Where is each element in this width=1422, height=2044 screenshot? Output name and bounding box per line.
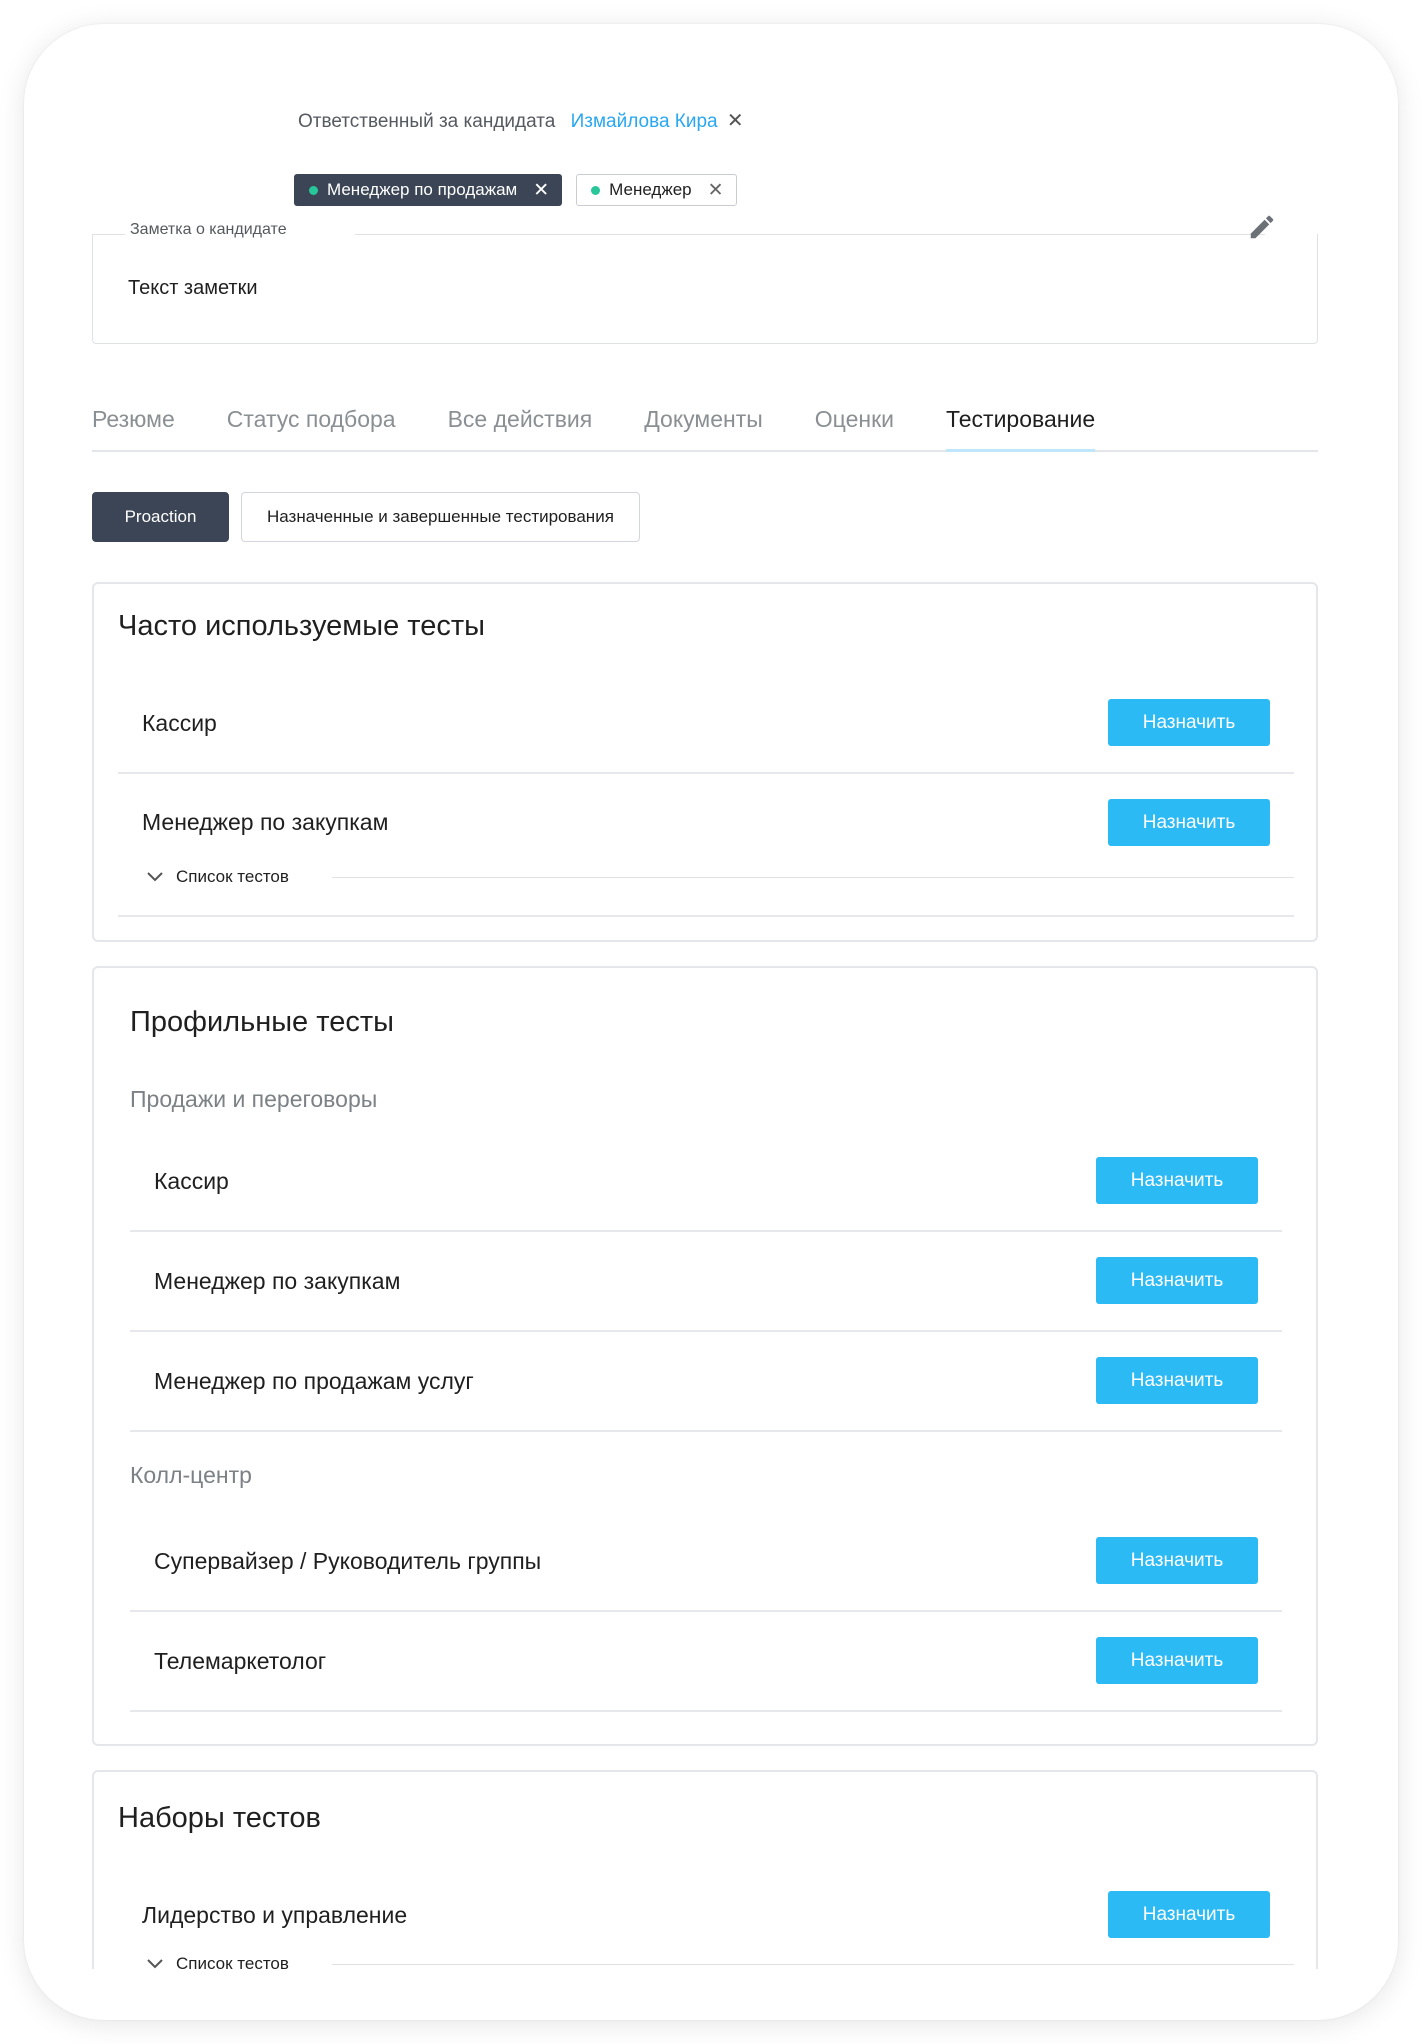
test-name: Менеджер по продажам услуг — [154, 1368, 474, 1394]
responsible-name-link[interactable]: Измайлова Кира — [571, 111, 718, 132]
card-title: Профильные тесты — [130, 1006, 394, 1038]
subtab-bar: Proaction Назначенные и завершенные тест… — [92, 492, 640, 542]
list-item: Лидерство и управление Назначить Список … — [118, 1866, 1294, 1969]
expander-label: Список тестов — [176, 867, 289, 886]
test-sets-card: Наборы тестов Лидерство и управление Наз… — [92, 1770, 1318, 1969]
test-name: Телемаркетолог — [154, 1648, 327, 1674]
cropped-header-fragment — [299, 60, 549, 68]
list-item: Менеджер по закупкам Назначить Список те… — [118, 774, 1294, 917]
tab-bar: Резюме Статус подбора Все действия Докум… — [92, 396, 1318, 452]
assign-button[interactable]: Назначить — [1108, 1891, 1270, 1938]
test-list-expander[interactable]: Список тестов — [146, 1954, 289, 1969]
card-title: Часто используемые тесты — [118, 610, 485, 642]
tag-manager[interactable]: Менеджер ✕ — [576, 174, 737, 206]
responsible-label: Ответственный за кандидата — [298, 111, 556, 132]
close-icon[interactable]: ✕ — [533, 181, 549, 200]
chevron-down-icon — [147, 872, 163, 882]
assign-button[interactable]: Назначить — [1096, 1157, 1258, 1204]
test-name: Менеджер по закупкам — [142, 809, 389, 835]
assign-button[interactable]: Назначить — [1096, 1537, 1258, 1584]
list-item: Менеджер по закупкам Назначить — [130, 1232, 1282, 1332]
note-text[interactable]: Текст заметки — [128, 277, 258, 300]
frequent-tests-card: Часто используемые тесты Кассир Назначит… — [92, 582, 1318, 942]
list-item: Супервайзер / Руководитель группы Назнач… — [130, 1512, 1282, 1612]
note-legend: Заметка о кандидате — [128, 221, 289, 239]
assign-button[interactable]: Назначить — [1108, 699, 1270, 746]
assign-button[interactable]: Назначить — [1096, 1257, 1258, 1304]
test-name: Кассир — [142, 710, 217, 736]
assign-button[interactable]: Назначить — [1096, 1637, 1258, 1684]
test-list-expander[interactable]: Список тестов — [146, 867, 289, 887]
list-item: Кассир Назначить — [130, 1132, 1282, 1232]
test-name: Кассир — [154, 1168, 229, 1194]
candidate-panel: Ответственный за кандидата Измайлова Кир… — [24, 24, 1398, 1969]
list-item: Менеджер по продажам услуг Назначить — [130, 1332, 1282, 1432]
expander-label: Список тестов — [176, 1954, 289, 1969]
group-title: Колл-центр — [130, 1462, 252, 1488]
list-item: Кассир Назначить — [118, 674, 1294, 774]
app-window: Ответственный за кандидата Измайлова Кир… — [24, 24, 1398, 2020]
tab-resume[interactable]: Резюме — [92, 396, 175, 450]
tab-all-actions[interactable]: Все действия — [448, 396, 593, 450]
status-dot-icon — [591, 185, 601, 195]
note-border-right — [355, 234, 1265, 235]
tag-sales-manager[interactable]: Менеджер по продажам ✕ — [294, 174, 563, 206]
test-name: Лидерство и управление — [142, 1902, 408, 1928]
subtab-assigned-completed[interactable]: Назначенные и завершенные тестирования — [241, 492, 640, 542]
tag-label: Менеджер — [609, 180, 692, 199]
tab-testing[interactable]: Тестирование — [946, 396, 1096, 452]
test-name: Супервайзер / Руководитель группы — [154, 1548, 542, 1574]
assign-button[interactable]: Назначить — [1096, 1357, 1258, 1404]
close-icon[interactable]: ✕ — [708, 181, 724, 200]
list-item: Телемаркетолог Назначить — [130, 1612, 1282, 1712]
note-border-left — [93, 234, 125, 235]
assign-button[interactable]: Назначить — [1108, 799, 1270, 846]
card-title: Наборы тестов — [118, 1802, 321, 1834]
status-dot-icon — [309, 185, 318, 195]
divider — [332, 1964, 1294, 1965]
subtab-proaction[interactable]: Proaction — [92, 492, 229, 542]
tab-selection-status[interactable]: Статус подбора — [227, 396, 396, 450]
profile-tests-card: Профильные тесты Продажи и переговоры Ка… — [92, 966, 1318, 1746]
divider — [332, 877, 1294, 878]
tag-list: Менеджер по продажам ✕ Менеджер ✕ — [294, 174, 737, 206]
test-name: Менеджер по закупкам — [154, 1268, 401, 1294]
tab-documents[interactable]: Документы — [644, 396, 763, 450]
tab-ratings[interactable]: Оценки — [815, 396, 894, 450]
pencil-icon[interactable] — [1247, 212, 1277, 242]
chevron-down-icon — [147, 1959, 163, 1969]
candidate-note: Заметка о кандидате Текст заметки — [92, 215, 1318, 344]
group-title: Продажи и переговоры — [130, 1086, 378, 1112]
remove-responsible-icon[interactable]: ✕ — [727, 110, 744, 132]
responsible-row: Ответственный за кандидата Измайлова Кир… — [298, 108, 744, 133]
tag-label: Менеджер по продажам — [327, 180, 518, 199]
